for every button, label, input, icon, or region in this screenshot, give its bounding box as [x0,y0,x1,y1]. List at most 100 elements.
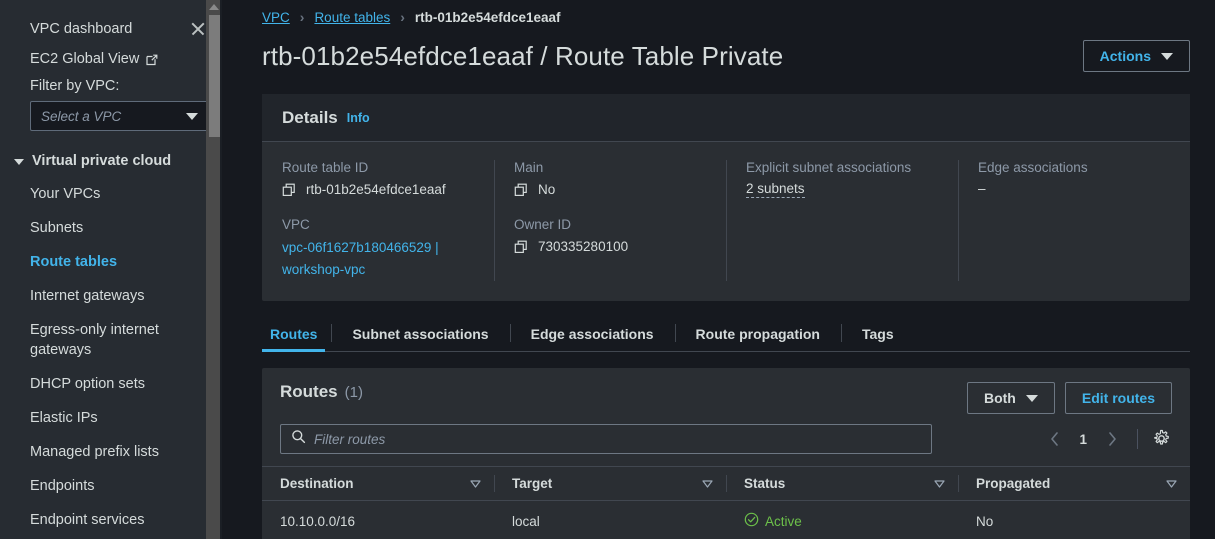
breadcrumb-separator-icon: › [400,9,405,25]
edit-routes-button[interactable]: Edit routes [1064,382,1172,414]
sidebar-item-your-vpcs[interactable]: Your VPCs [0,177,222,211]
breadcrumb-separator-icon: › [299,9,305,25]
routes-panel: Routes (1) Both Edit routes Filter route… [262,368,1190,539]
page-title-row: rtb-01b2e54efdce1eaaf / Route Table Priv… [262,26,1190,72]
gear-icon[interactable] [1152,429,1172,449]
details-column-2: Main No Owner ID 730335280100 [494,160,726,281]
sort-icon[interactable] [933,480,945,488]
chevron-right-icon[interactable] [1101,428,1123,450]
sidebar-top: VPC dashboard EC2 Global View Filter by … [0,0,222,539]
scrollbar-thumb[interactable] [208,15,220,137]
routes-table-body: 10.10.0.0/16 local Active No [262,500,1190,539]
sidebar-links: Your VPCs Subnets Route tables Internet … [0,169,222,539]
sidebar-vpc-select-wrap: Select a VPC [0,94,222,131]
cell-status: Active [726,500,958,539]
vpc-console-page: VPC dashboard EC2 Global View Filter by … [0,0,1215,539]
sidebar-item-elastic-ips[interactable]: Elastic IPs [0,401,222,435]
breadcrumb-item-route-tables[interactable]: Route tables [314,10,390,25]
sidebar-group-virtual-private-cloud[interactable]: Virtual private cloud [0,131,222,169]
field-value-popover-link[interactable]: 2 subnets [746,181,805,198]
sort-icon[interactable] [701,480,713,488]
sidebar-item-managed-prefix-lists[interactable]: Managed prefix lists [0,435,222,469]
copy-icon[interactable] [514,183,528,197]
tab-tags[interactable]: Tags [840,315,915,351]
sort-icon[interactable] [1165,480,1177,488]
field-explicit-subnet-associations: Explicit subnet associations 2 subnets [746,160,938,198]
column-label: Target [512,476,553,491]
details-grid: Route table ID rtb-01b2e54efdce1eaaf VPC… [262,142,1190,301]
filter-routes-box[interactable] [280,424,932,454]
sidebar-item-endpoints[interactable]: Endpoints [0,469,222,503]
sidebar-dashboard-label: VPC dashboard [30,21,133,37]
column-header-target[interactable]: Target [494,467,726,501]
sidebar-item-egress-only-internet-gateways[interactable]: Egress-only internet gateways [0,313,222,367]
routes-panel-header: Routes (1) Both Edit routes [262,368,1190,414]
breadcrumb-current: rtb-01b2e54efdce1eaaf [414,9,561,25]
field-value-link[interactable]: vpc-06f1627b180466529 | workshop-vpc [282,237,474,281]
status-badge: Active [765,513,802,529]
sidebar-item-subnets[interactable]: Subnets [0,211,222,245]
field-value: 730335280100 [538,239,629,254]
breadcrumb-item-vpc[interactable]: VPC [262,10,290,25]
details-column-4: Edge associations – [958,160,1190,281]
column-label: Status [744,476,786,491]
filter-routes-input[interactable] [314,431,921,447]
actions-button-label: Actions [1099,48,1151,64]
vpc-select-placeholder: Select a VPC [41,108,122,124]
both-filter-dropdown[interactable]: Both [966,382,1055,414]
sidebar-dashboard-row[interactable]: VPC dashboard [0,16,222,42]
vpc-select[interactable]: Select a VPC [30,101,208,131]
tab-bar: Routes Subnet associations Edge associat… [262,315,1190,352]
copy-icon[interactable] [514,240,528,254]
field-vpc: VPC vpc-06f1627b180466529 | workshop-vpc [282,217,474,281]
external-link-icon [145,53,159,67]
routes-title: Routes [280,382,338,401]
details-column-3: Explicit subnet associations 2 subnets [726,160,958,281]
field-label: Edge associations [978,160,1088,175]
both-filter-label: Both [983,390,1016,406]
field-label: Explicit subnet associations [746,160,912,175]
sort-icon[interactable] [469,480,481,488]
page-title: rtb-01b2e54efdce1eaaf / Route Table Priv… [262,40,784,71]
page-number[interactable]: 1 [1071,432,1095,447]
field-label: Route table ID [282,160,369,175]
info-link[interactable]: Info [347,111,370,125]
copy-icon[interactable] [282,183,296,197]
tab-subnet-associations[interactable]: Subnet associations [331,315,509,351]
routes-search-row: 1 [262,414,1190,466]
actions-button[interactable]: Actions [1082,40,1190,72]
tab-route-propagation[interactable]: Route propagation [674,315,841,351]
sidebar-global-view-label: EC2 Global View [30,51,140,67]
field-value: rtb-01b2e54efdce1eaaf [306,182,446,197]
sidebar-item-internet-gateways[interactable]: Internet gateways [0,279,222,313]
chevron-down-icon [14,159,24,165]
close-icon[interactable] [188,19,208,39]
column-header-propagated[interactable]: Propagated [958,467,1190,501]
cell-propagated: No [958,500,1190,539]
sidebar-item-dhcp-option-sets[interactable]: DHCP option sets [0,367,222,401]
details-panel: Details Info Route table ID rtb-01b2e54e… [262,94,1190,301]
breadcrumb: VPC › Route tables › rtb-01b2e54efdce1ea… [262,0,1190,26]
sidebar-item-route-tables[interactable]: Route tables [0,245,222,279]
field-value: No [538,182,556,197]
pagination-divider [1137,429,1138,449]
cell-target: local [494,500,726,539]
field-edge-associations: Edge associations – [978,160,1170,198]
chevron-left-icon[interactable] [1043,428,1065,450]
details-column-1: Route table ID rtb-01b2e54efdce1eaaf VPC… [262,160,494,281]
column-header-status[interactable]: Status [726,467,958,501]
routes-count: (1) [344,384,363,401]
tab-edge-associations[interactable]: Edge associations [509,315,675,351]
column-label: Propagated [976,476,1051,491]
search-icon [291,429,306,449]
sidebar-item-ec2-global-view[interactable]: EC2 Global View [0,42,222,67]
column-header-destination[interactable]: Destination [262,467,494,501]
table-row[interactable]: 10.10.0.0/16 local Active No [262,500,1190,539]
sidebar-item-endpoint-services[interactable]: Endpoint services [0,503,222,537]
field-route-table-id: Route table ID rtb-01b2e54efdce1eaaf [282,160,474,199]
field-main: Main No [514,160,706,199]
tab-routes[interactable]: Routes [262,315,331,352]
sidebar-filter-label: Filter by VPC: [30,78,120,94]
column-label: Destination [280,476,354,491]
sidebar: VPC dashboard EC2 Global View Filter by … [0,0,222,539]
